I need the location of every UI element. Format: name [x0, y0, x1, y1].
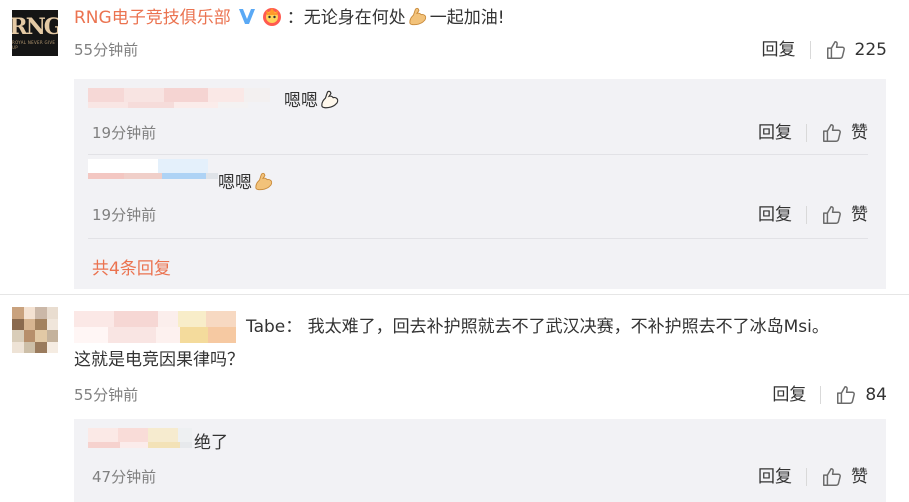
comment-time: 55分钟前 — [74, 386, 139, 404]
member-crown-badge-icon — [262, 8, 281, 26]
comment-text: Tabe： 我太难了，回去补护照就去不了武汉决赛，不补护照去不了冰岛Msi。 — [246, 317, 829, 337]
reply-body: 嗯嗯 — [218, 171, 276, 195]
reply-actions: 回复 赞 — [758, 203, 868, 227]
reply-meta: 47分钟前 回复 赞 — [92, 465, 868, 489]
reply-text: 嗯嗯 — [218, 173, 252, 193]
like-thumb-icon[interactable] — [835, 384, 857, 406]
divider — [809, 41, 811, 59]
blurred-username — [88, 159, 218, 179]
like-thumb-icon[interactable] — [821, 122, 843, 144]
reply-time: 19分钟前 — [92, 124, 157, 142]
comment-text: 无论身在何处 — [303, 8, 406, 28]
like-count[interactable]: 84 — [865, 383, 887, 407]
reply-button[interactable]: 回复 — [772, 383, 806, 407]
flexed-biceps-icon — [253, 171, 275, 191]
comment-time: 55分钟前 — [74, 41, 139, 59]
reply-text: 绝了 — [194, 433, 228, 453]
comment-actions: 回复 84 — [772, 383, 887, 407]
username-link[interactable]: RNG电子竞技俱乐部 — [74, 8, 231, 28]
reply-button[interactable]: 回复 — [758, 465, 792, 489]
like-count[interactable]: 225 — [855, 38, 887, 62]
like-thumb-icon[interactable] — [821, 204, 843, 226]
verified-v-icon — [238, 9, 255, 24]
divider — [806, 124, 807, 142]
like-button[interactable]: 赞 — [851, 203, 868, 227]
reply-button[interactable]: 回复 — [762, 38, 796, 62]
reply-body: 嗯嗯 — [284, 89, 342, 113]
comment-meta: 55分钟前 回复 225 — [74, 38, 887, 62]
reply-item: 绝了 47分钟前 回复 赞 — [74, 419, 886, 502]
blurred-username — [88, 88, 270, 108]
reply-item: 嗯嗯 19分钟前 回复 赞 — [74, 79, 886, 163]
divider — [806, 206, 807, 224]
rng-logo-subtitle: ROYAL NEVER GIVE UP — [12, 40, 56, 50]
reply-time: 47分钟前 — [92, 468, 157, 486]
comment-text-cont: 这就是电竞因果律吗？ — [74, 350, 244, 370]
reply-time: 19分钟前 — [92, 206, 157, 224]
blurred-username — [74, 311, 236, 343]
blurred-username — [88, 428, 192, 448]
like-button[interactable]: 赞 — [851, 121, 868, 145]
like-thumb-icon[interactable] — [825, 39, 847, 61]
comment-meta: 55分钟前 回复 84 — [74, 383, 887, 407]
reply-list: 绝了 47分钟前 回复 赞 — [74, 419, 886, 502]
like-button[interactable]: 赞 — [851, 465, 868, 489]
comment-body: RNG电子竞技俱乐部 ：无论身在何处 一起加油! — [74, 5, 505, 30]
avatar[interactable] — [12, 307, 58, 353]
reply-actions: 回复 赞 — [758, 121, 868, 145]
reply-item: 嗯嗯 19分钟前 回复 赞 — [74, 155, 886, 239]
reply-list: 嗯嗯 19分钟前 回复 赞 嗯嗯 19分钟前 回复 赞 共4条回复 — [74, 79, 886, 289]
avatar[interactable]: RNG ROYAL NEVER GIVE UP — [12, 10, 58, 56]
reply-button[interactable]: 回复 — [758, 121, 792, 145]
view-more-replies-link[interactable]: 共4条回复 — [92, 257, 171, 281]
reply-meta: 19分钟前 回复 赞 — [92, 121, 868, 145]
divider — [806, 468, 807, 486]
divider — [820, 386, 822, 404]
reply-text: 嗯嗯 — [284, 91, 318, 111]
comment: RNG ROYAL NEVER GIVE UP RNG电子竞技俱乐部 ：无论身在何… — [0, 0, 909, 292]
flexed-biceps-icon — [319, 89, 341, 109]
like-thumb-icon[interactable] — [821, 466, 843, 488]
comment-text-cont: 一起加油! — [429, 8, 505, 28]
reply-meta: 19分钟前 回复 赞 — [92, 203, 868, 227]
reply-actions: 回复 赞 — [758, 465, 868, 489]
comment-actions: 回复 225 — [762, 38, 887, 62]
comment-separator: ： — [286, 8, 304, 28]
rng-logo: RNG — [12, 14, 58, 40]
flexed-biceps-icon — [407, 6, 429, 26]
reply-button[interactable]: 回复 — [758, 203, 792, 227]
divider — [88, 238, 868, 239]
